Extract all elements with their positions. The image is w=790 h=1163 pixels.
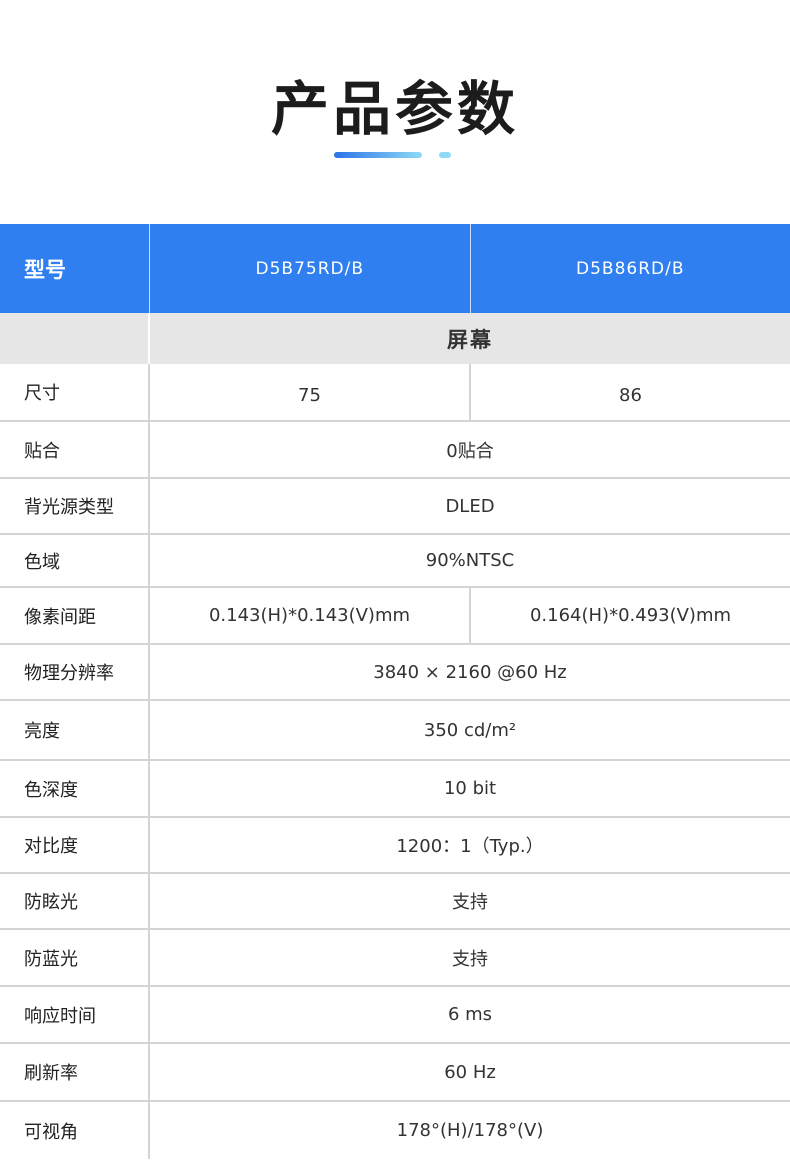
table-row: 尺寸 75 86 <box>0 364 790 422</box>
row-value-75: 75 <box>298 384 321 406</box>
table-row: 对比度 1200：1（Typ.） <box>0 818 790 874</box>
row-value-86: 0.164(H)*0.493(V)mm <box>469 588 790 643</box>
table-row: 防蓝光 支持 <box>0 930 790 987</box>
spec-table: 型号 D5B75RD/B D5B86RD/B 屏幕 尺寸 75 86 贴合 0贴… <box>0 224 790 1159</box>
table-row: 像素间距 0.143(H)*0.143(V)mm 0.164(H)*0.493(… <box>0 588 790 645</box>
row-value: DLED <box>445 495 495 517</box>
row-value: 90%NTSC <box>425 550 515 571</box>
row-value: 支持 <box>452 892 488 913</box>
row-label: 色域 <box>0 535 150 586</box>
table-row: 可视角 178°(H)/178°(V) <box>0 1102 790 1159</box>
table-row: 背光源类型 DLED <box>0 479 790 535</box>
row-value: 支持 <box>452 948 488 970</box>
model-d5b86rd: D5B86RD/B <box>469 224 790 313</box>
row-value-86: 86 <box>469 364 790 420</box>
row-label: 刷新率 <box>0 1044 150 1100</box>
table-row: 亮度 350 cd/m² <box>0 701 790 761</box>
row-label: 背光源类型 <box>0 479 150 533</box>
page-title: 产品参数 <box>270 75 519 143</box>
row-value: 350 cd/m² <box>423 719 517 741</box>
row-label: 防眩光 <box>0 874 150 928</box>
row-label: 色深度 <box>0 761 150 816</box>
title-underline-dot <box>439 152 451 158</box>
row-label: 可视角 <box>0 1102 150 1159</box>
row-label: 物理分辨率 <box>0 645 150 699</box>
row-value: 6 ms <box>447 1004 493 1025</box>
row-value-75: 0.143(H)*0.143(V)mm <box>208 605 411 626</box>
row-value: 0贴合 <box>446 440 494 462</box>
table-row: 响应时间 6 ms <box>0 987 790 1044</box>
row-value: 1200：1（Typ.） <box>396 836 544 857</box>
table-header-row: 型号 D5B75RD/B D5B86RD/B <box>0 224 790 313</box>
row-label: 贴合 <box>0 422 150 477</box>
table-row: 色深度 10 bit <box>0 761 790 818</box>
table-row: 色域 90%NTSC <box>0 535 790 588</box>
table-row: 刷新率 60 Hz <box>0 1044 790 1102</box>
row-label: 响应时间 <box>0 987 150 1042</box>
model-d5b75rd: D5B75RD/B <box>255 258 364 279</box>
row-value: 10 bit <box>443 778 497 799</box>
row-value: 178°(H)/178°(V) <box>396 1120 544 1141</box>
row-label: 防蓝光 <box>0 930 150 985</box>
row-label: 亮度 <box>0 701 150 759</box>
title-underline <box>334 152 422 158</box>
row-label: 尺寸 <box>0 364 150 420</box>
table-row: 贴合 0贴合 <box>0 422 790 479</box>
table-row: 防眩光 支持 <box>0 874 790 930</box>
row-label: 像素间距 <box>0 588 150 643</box>
table-row: 物理分辨率 3840 × 2160 @60 Hz <box>0 645 790 701</box>
row-label: 对比度 <box>0 818 150 872</box>
section-title: 屏幕 <box>447 327 493 352</box>
row-value: 60 Hz <box>444 1061 496 1083</box>
model-label: 型号 <box>0 224 150 313</box>
section-header-row: 屏幕 <box>0 313 790 364</box>
section-label-blank <box>0 313 150 364</box>
row-value: 3840 × 2160 @60 Hz <box>373 661 567 683</box>
